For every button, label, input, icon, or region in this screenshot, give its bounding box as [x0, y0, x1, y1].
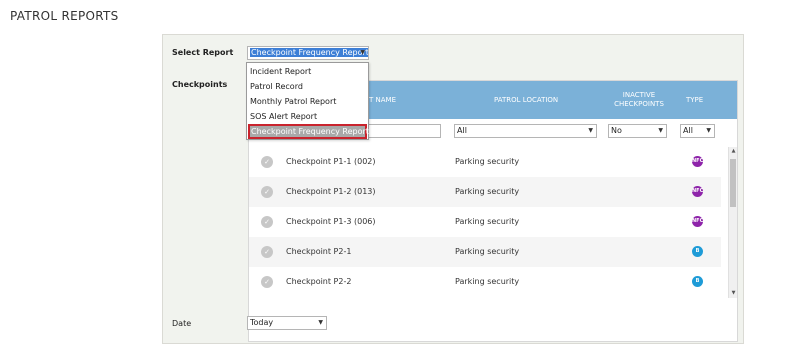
- checkpoint-location: Parking security: [455, 187, 520, 196]
- checkpoint-location: Parking security: [455, 157, 520, 166]
- date-select[interactable]: Today ▼: [247, 316, 327, 330]
- scroll-down-icon[interactable]: ▼: [729, 289, 738, 298]
- header-checkpoint-name[interactable]: T NAME: [369, 96, 396, 105]
- select-report-options: Incident Report Patrol Record Monthly Pa…: [246, 62, 369, 140]
- type-filter-value: All: [683, 126, 693, 135]
- table-row[interactable]: ✓ Checkpoint P2-1 Parking security B: [249, 237, 721, 267]
- option-patrol-record[interactable]: Patrol Record: [247, 79, 368, 94]
- name-filter-input[interactable]: [366, 124, 441, 138]
- scroll-up-icon[interactable]: ▲: [729, 147, 738, 156]
- checkpoint-location: Parking security: [455, 277, 520, 286]
- checkpoint-name: Checkpoint P1-3 (006): [286, 217, 376, 226]
- checkpoint-name: Checkpoint P2-1: [286, 247, 352, 256]
- nfc-icon: NFC: [692, 156, 703, 167]
- chevron-down-icon: ▼: [588, 127, 593, 134]
- table-row[interactable]: ✓ Checkpoint P2-2 Parking security B: [249, 267, 721, 297]
- check-icon[interactable]: ✓: [261, 276, 273, 288]
- select-report-value: Checkpoint Frequency Report: [250, 48, 369, 57]
- select-report-dropdown[interactable]: Checkpoint Frequency Report ▼: [247, 46, 369, 60]
- inactive-filter-select[interactable]: No ▼: [608, 124, 667, 138]
- bluetooth-icon: B: [692, 246, 703, 257]
- bluetooth-icon: B: [692, 276, 703, 287]
- nfc-icon: NFC: [692, 216, 703, 227]
- select-report-label: Select Report: [172, 48, 234, 57]
- location-filter-value: All: [457, 126, 467, 135]
- check-icon[interactable]: ✓: [261, 186, 273, 198]
- check-icon[interactable]: ✓: [261, 216, 273, 228]
- chevron-down-icon: ▼: [706, 127, 711, 134]
- checkpoint-name: Checkpoint P2-2: [286, 277, 352, 286]
- inactive-filter-value: No: [611, 126, 622, 135]
- date-label: Date: [172, 319, 192, 328]
- option-checkpoint-frequency-report[interactable]: Checkpoint Frequency Report: [248, 124, 369, 139]
- check-icon[interactable]: ✓: [261, 246, 273, 258]
- report-panel: Select Report Checkpoint Frequency Repor…: [162, 34, 744, 344]
- header-inactive-line1: INACTIVE: [622, 91, 656, 99]
- option-sos-alert-report[interactable]: SOS Alert Report: [247, 109, 368, 124]
- chevron-down-icon: ▼: [360, 49, 365, 56]
- nfc-icon: NFC: [692, 186, 703, 197]
- date-value: Today: [250, 318, 274, 327]
- header-inactive-checkpoints[interactable]: INACTIVE CHECKPOINTS: [604, 91, 674, 109]
- header-inactive-line2: CHECKPOINTS: [614, 100, 664, 108]
- chevron-down-icon: ▼: [658, 127, 663, 134]
- checkpoint-location: Parking security: [455, 217, 520, 226]
- scrollbar-thumb[interactable]: [730, 159, 736, 207]
- table-row[interactable]: ✓ Checkpoint P1-2 (013) Parking security…: [249, 177, 721, 207]
- checkpoints-label: Checkpoints: [172, 80, 228, 89]
- checkpoint-name: Checkpoint P1-1 (002): [286, 157, 376, 166]
- table-scrollbar[interactable]: ▲ ▼: [728, 147, 737, 298]
- checkpoint-location: Parking security: [455, 247, 520, 256]
- table-row[interactable]: ✓ Checkpoint P1-1 (002) Parking security…: [249, 147, 721, 177]
- location-filter-select[interactable]: All ▼: [454, 124, 597, 138]
- checkpoint-name: Checkpoint P1-2 (013): [286, 187, 376, 196]
- option-incident-report[interactable]: Incident Report: [247, 64, 368, 79]
- check-icon[interactable]: ✓: [261, 156, 273, 168]
- header-patrol-location[interactable]: PATROL LOCATION: [494, 96, 558, 105]
- page-title: PATROL REPORTS: [10, 9, 119, 23]
- header-type[interactable]: TYPE: [686, 96, 703, 105]
- option-monthly-patrol-report[interactable]: Monthly Patrol Report: [247, 94, 368, 109]
- table-row[interactable]: ✓ Checkpoint P1-3 (006) Parking security…: [249, 207, 721, 237]
- type-filter-select[interactable]: All ▼: [680, 124, 715, 138]
- chevron-down-icon: ▼: [318, 319, 323, 326]
